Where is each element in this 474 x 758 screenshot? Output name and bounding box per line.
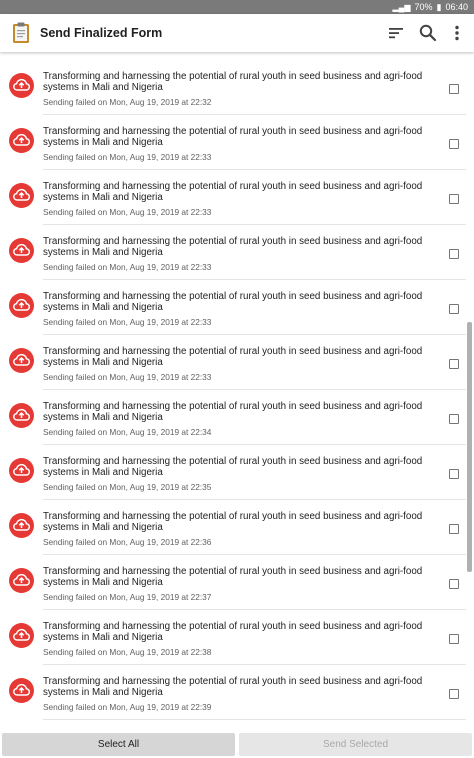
form-title: Transforming and harnessing the potentia… xyxy=(43,566,423,588)
select-checkbox[interactable] xyxy=(449,304,459,314)
form-title: Transforming and harnessing the potentia… xyxy=(43,456,423,478)
cloud-error-icon xyxy=(9,128,34,153)
select-checkbox[interactable] xyxy=(449,359,459,369)
bottom-bar: Select All Send Selected xyxy=(0,731,474,758)
form-status: Sending failed on Mon, Aug 19, 2019 at 2… xyxy=(43,372,212,382)
select-checkbox[interactable] xyxy=(449,139,459,149)
select-checkbox[interactable] xyxy=(449,414,459,424)
list-item[interactable]: Transforming and harnessing the potentia… xyxy=(0,335,466,390)
form-status: Sending failed on Mon, Aug 19, 2019 at 2… xyxy=(43,97,212,107)
cloud-error-icon xyxy=(9,568,34,593)
cloud-error-icon xyxy=(9,678,34,703)
battery-icon: ▮ xyxy=(436,1,442,12)
select-checkbox[interactable] xyxy=(449,524,459,534)
form-title: Transforming and harnessing the potentia… xyxy=(43,236,423,258)
app-bar: Send Finalized Form xyxy=(0,14,474,52)
scrollbar[interactable] xyxy=(467,52,472,732)
list-item[interactable]: Transforming and harnessing the potentia… xyxy=(0,280,466,335)
cloud-error-icon xyxy=(9,293,34,318)
form-title: Transforming and harnessing the potentia… xyxy=(43,676,423,698)
list-item[interactable]: Transforming and harnessing the potentia… xyxy=(0,60,466,115)
select-checkbox[interactable] xyxy=(449,249,459,259)
cloud-error-icon xyxy=(9,458,34,483)
form-status: Sending failed on Mon, Aug 19, 2019 at 2… xyxy=(43,427,212,437)
form-title: Transforming and harnessing the potentia… xyxy=(43,126,423,148)
form-status: Sending failed on Mon, Aug 19, 2019 at 2… xyxy=(43,482,212,492)
form-status: Sending failed on Mon, Aug 19, 2019 at 2… xyxy=(43,317,212,327)
list-item[interactable]: Transforming and harnessing the potentia… xyxy=(0,390,466,445)
form-title: Transforming and harnessing the potentia… xyxy=(43,346,423,368)
select-checkbox[interactable] xyxy=(449,634,459,644)
form-status: Sending failed on Mon, Aug 19, 2019 at 2… xyxy=(43,152,212,162)
list-item[interactable]: Transforming and harnessing the potentia… xyxy=(0,225,466,280)
list-item[interactable]: Transforming and harnessing the potentia… xyxy=(0,500,466,555)
form-title: Transforming and harnessing the potentia… xyxy=(43,291,423,313)
form-title: Transforming and harnessing the potentia… xyxy=(43,181,423,203)
form-status: Sending failed on Mon, Aug 19, 2019 at 2… xyxy=(43,537,212,547)
cloud-error-icon xyxy=(9,348,34,373)
select-checkbox[interactable] xyxy=(449,579,459,589)
cloud-error-icon xyxy=(9,403,34,428)
search-icon[interactable] xyxy=(418,23,438,43)
form-list[interactable]: Transforming and harnessing the potentia… xyxy=(0,52,466,732)
send-selected-button[interactable]: Send Selected xyxy=(239,733,472,756)
select-all-button[interactable]: Select All xyxy=(2,733,235,756)
form-status: Sending failed on Mon, Aug 19, 2019 at 2… xyxy=(43,262,212,272)
battery-percent: 70% xyxy=(414,2,433,12)
clipboard-icon xyxy=(13,22,29,43)
page-title: Send Finalized Form xyxy=(40,26,163,40)
select-checkbox[interactable] xyxy=(449,469,459,479)
select-checkbox[interactable] xyxy=(449,194,459,204)
list-item[interactable]: Transforming and harnessing the potentia… xyxy=(0,445,466,500)
form-title: Transforming and harnessing the potentia… xyxy=(43,401,423,423)
form-title: Transforming and harnessing the potentia… xyxy=(43,621,423,643)
more-vert-icon[interactable] xyxy=(447,23,467,43)
list-item[interactable]: Transforming and harnessing the potentia… xyxy=(0,115,466,170)
form-status: Sending failed on Mon, Aug 19, 2019 at 2… xyxy=(43,647,212,657)
select-checkbox[interactable] xyxy=(449,689,459,699)
form-status: Sending failed on Mon, Aug 19, 2019 at 2… xyxy=(43,207,212,217)
cloud-error-icon xyxy=(9,238,34,263)
list-item[interactable]: Transforming and harnessing the potentia… xyxy=(0,610,466,665)
form-status: Sending failed on Mon, Aug 19, 2019 at 2… xyxy=(43,702,212,712)
list-item[interactable]: Transforming and harnessing the potentia… xyxy=(0,555,466,610)
signal-icon: ▂▄▆ xyxy=(392,2,411,12)
cloud-error-icon xyxy=(9,513,34,538)
form-title: Transforming and harnessing the potentia… xyxy=(43,511,423,533)
status-bar: ▂▄▆ 70% ▮ 06:40 xyxy=(0,0,474,14)
list-item[interactable]: Transforming and harnessing the potentia… xyxy=(0,665,466,720)
sort-icon[interactable] xyxy=(386,23,406,43)
select-checkbox[interactable] xyxy=(449,84,459,94)
form-title: Transforming and harnessing the potentia… xyxy=(43,71,423,93)
cloud-error-icon xyxy=(9,183,34,208)
scrollbar-thumb[interactable] xyxy=(467,322,472,572)
list-item[interactable]: Transforming and harnessing the potentia… xyxy=(0,170,466,225)
clock: 06:40 xyxy=(445,2,468,12)
cloud-error-icon xyxy=(9,73,34,98)
cloud-error-icon xyxy=(9,623,34,648)
form-status: Sending failed on Mon, Aug 19, 2019 at 2… xyxy=(43,592,212,602)
